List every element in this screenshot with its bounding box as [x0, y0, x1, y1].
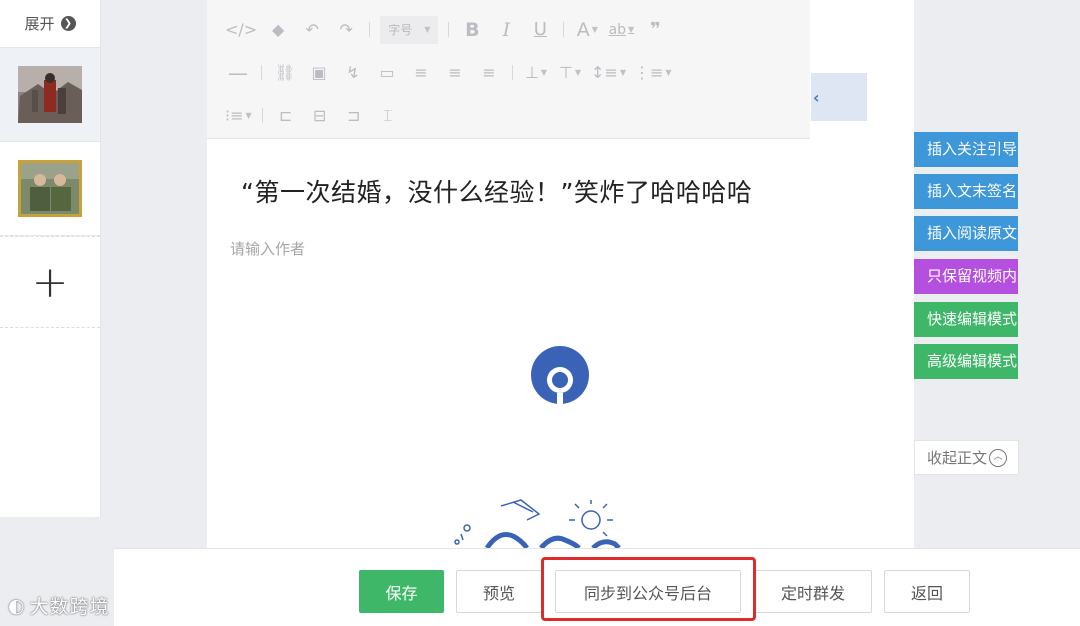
quote-icon[interactable]: ❞: [638, 17, 672, 43]
align-left-icon[interactable]: ≡: [404, 60, 438, 86]
toolbar-row-2: — ⛓ ▣ ↯ ▭ ≡ ≡ ≡ ⊥ ▼ ⊤ ▼ ↕≡ ▼ ⋮≡ ▼: [221, 51, 810, 94]
align-center-icon[interactable]: ≡: [438, 60, 472, 86]
indent-icon[interactable]: ⊥ ▼: [519, 60, 553, 86]
expand-label: 展开: [24, 15, 55, 33]
plus-icon: +: [31, 256, 69, 308]
toolbar-divider: [369, 22, 371, 37]
collapse-body-label: 收起正文: [927, 449, 988, 467]
chevron-left-icon: ‹: [813, 87, 820, 107]
font-size-select[interactable]: 字号 ▼: [380, 15, 439, 44]
format-painter-icon[interactable]: ↯: [336, 60, 370, 86]
code-icon[interactable]: </>: [221, 17, 261, 43]
schedule-send-button[interactable]: 定时群发: [754, 570, 872, 613]
article-thumbnail-image: [18, 160, 82, 217]
watermark-logo-icon: ◐: [8, 594, 26, 617]
article-thumbnail-1[interactable]: [0, 48, 100, 142]
eraser-icon[interactable]: ◆: [261, 17, 295, 43]
horizontal-rule-icon[interactable]: —: [221, 60, 255, 86]
line-height-icon[interactable]: ↕≡ ▼: [587, 60, 630, 86]
toolbar-divider: [261, 108, 263, 123]
back-button[interactable]: 返回: [884, 570, 970, 613]
italic-icon[interactable]: I: [489, 17, 523, 43]
keep-video-only-button[interactable]: 只保留视频内容: [914, 259, 1018, 294]
author-input[interactable]: 请输入作者: [230, 238, 305, 259]
article-title[interactable]: “第一次结婚，没什么经验！”笑炸了哈哈哈哈: [241, 173, 752, 209]
float-left-icon[interactable]: ⊏: [269, 103, 303, 129]
toolbar-divider: [448, 22, 450, 37]
ordered-list-icon[interactable]: ⋮≡ ▼: [630, 60, 676, 86]
preview-button[interactable]: 预览: [456, 570, 542, 613]
article-editor: </> ◆ ↶ ↷ 字号 ▼ B I U A ▼ ab ▼ ❞ — ⛓ ▣ ↯ ▭ …: [207, 0, 914, 548]
toolbar-divider: [261, 65, 262, 80]
align-right-icon[interactable]: ≡: [472, 60, 506, 86]
insert-signature-button[interactable]: 插入文末签名: [914, 174, 1018, 209]
content-illustration: [454, 499, 621, 548]
add-article-button[interactable]: +: [0, 236, 100, 328]
insert-follow-guide-button[interactable]: 插入关注引导: [914, 132, 1018, 167]
watermark-text: 大数跨境: [29, 596, 110, 618]
float-center-icon[interactable]: ⌶: [371, 103, 405, 129]
float-none-icon[interactable]: ⊟: [303, 103, 337, 129]
expand-button[interactable]: 展开 ❯: [0, 0, 100, 48]
redo-icon[interactable]: ↷: [329, 17, 363, 43]
unordered-list-icon[interactable]: ⁝≡ ▼: [221, 103, 256, 129]
quick-edit-mode-button[interactable]: 快速编辑模式: [914, 302, 1018, 337]
insert-read-original-button[interactable]: 插入阅读原文: [914, 216, 1018, 251]
article-thumbnail-image: [18, 66, 82, 123]
advanced-edit-mode-button[interactable]: 高级编辑模式: [914, 344, 1018, 379]
toolbar-divider: [563, 22, 565, 37]
bold-icon[interactable]: B: [455, 17, 489, 43]
toolbar-divider: [512, 65, 513, 80]
article-thumbnail-2[interactable]: [0, 142, 100, 236]
image-icon[interactable]: ▣: [302, 60, 336, 86]
save-button[interactable]: 保存: [359, 570, 444, 613]
font-size-label: 字号: [388, 23, 413, 37]
font-color-icon[interactable]: A ▼: [570, 17, 604, 43]
editor-toolbar: </> ◆ ↶ ↷ 字号 ▼ B I U A ▼ ab ▼ ❞ — ⛓ ▣ ↯ ▭ …: [207, 0, 810, 139]
caret-down-icon: ▼: [424, 25, 431, 34]
collapse-body-button[interactable]: 收起正文 ︿: [914, 440, 1019, 475]
collapse-panel-tab[interactable]: ‹: [811, 73, 867, 121]
paragraph-spacing-icon[interactable]: ⊤ ▼: [553, 60, 587, 86]
video-icon[interactable]: ▭: [370, 60, 404, 86]
chevron-up-circle-icon: ︿: [989, 448, 1008, 467]
sync-button-highlight: [541, 557, 756, 621]
float-right-icon[interactable]: ⊐: [337, 103, 371, 129]
watermark: ◐ 大数跨境: [8, 592, 110, 619]
background-color-icon[interactable]: ab ▼: [604, 17, 638, 43]
link-icon[interactable]: ⛓: [268, 60, 302, 86]
underline-icon[interactable]: U: [523, 17, 557, 43]
content-logo-icon: [531, 346, 589, 405]
article-sidebar: 展开 ❯ +: [0, 0, 101, 517]
chevron-right-circle-icon: ❯: [60, 16, 76, 31]
toolbar-row-1: </> ◆ ↶ ↷ 字号 ▼ B I U A ▼ ab ▼ ❞: [221, 8, 810, 51]
toolbar-row-3: ⁝≡ ▼ ⊏ ⊟ ⊐ ⌶: [221, 94, 810, 137]
undo-icon[interactable]: ↶: [295, 17, 329, 43]
